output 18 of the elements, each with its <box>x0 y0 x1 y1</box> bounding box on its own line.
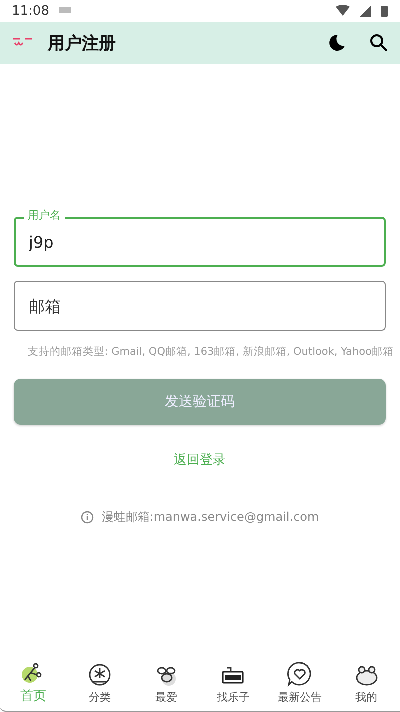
nav-tab[interactable]: 最爱 <box>133 656 200 711</box>
clock-time: 11:08 <box>12 4 50 18</box>
email-field[interactable]: 邮箱 <box>14 281 386 331</box>
keyboard-icon <box>59 7 72 15</box>
search-icon[interactable] <box>370 34 388 52</box>
heart-bubble-icon <box>287 661 314 687</box>
field-label: 用户名 <box>24 208 65 223</box>
contact-email-text: 漫蛙邮箱:manwa.service@gmail.com <box>102 509 320 526</box>
hint-text: 支持的邮箱类型: Gmail, QQ邮箱, 163邮箱, 新浪邮箱, Outlook, Yahoo邮箱 <box>26 345 394 359</box>
nav-tab[interactable]: 找乐子 <box>200 656 267 711</box>
signal-icon <box>360 6 371 16</box>
page-title: 用户注册 <box>48 32 117 54</box>
nav-tab[interactable]: 分类 <box>66 656 134 711</box>
nav-tab[interactable]: 最新公告 <box>266 656 334 711</box>
wifi-icon <box>336 5 350 17</box>
nav-tab[interactable]: 我的 <box>333 656 400 711</box>
battery-icon <box>381 5 388 17</box>
info-icon <box>80 511 94 524</box>
